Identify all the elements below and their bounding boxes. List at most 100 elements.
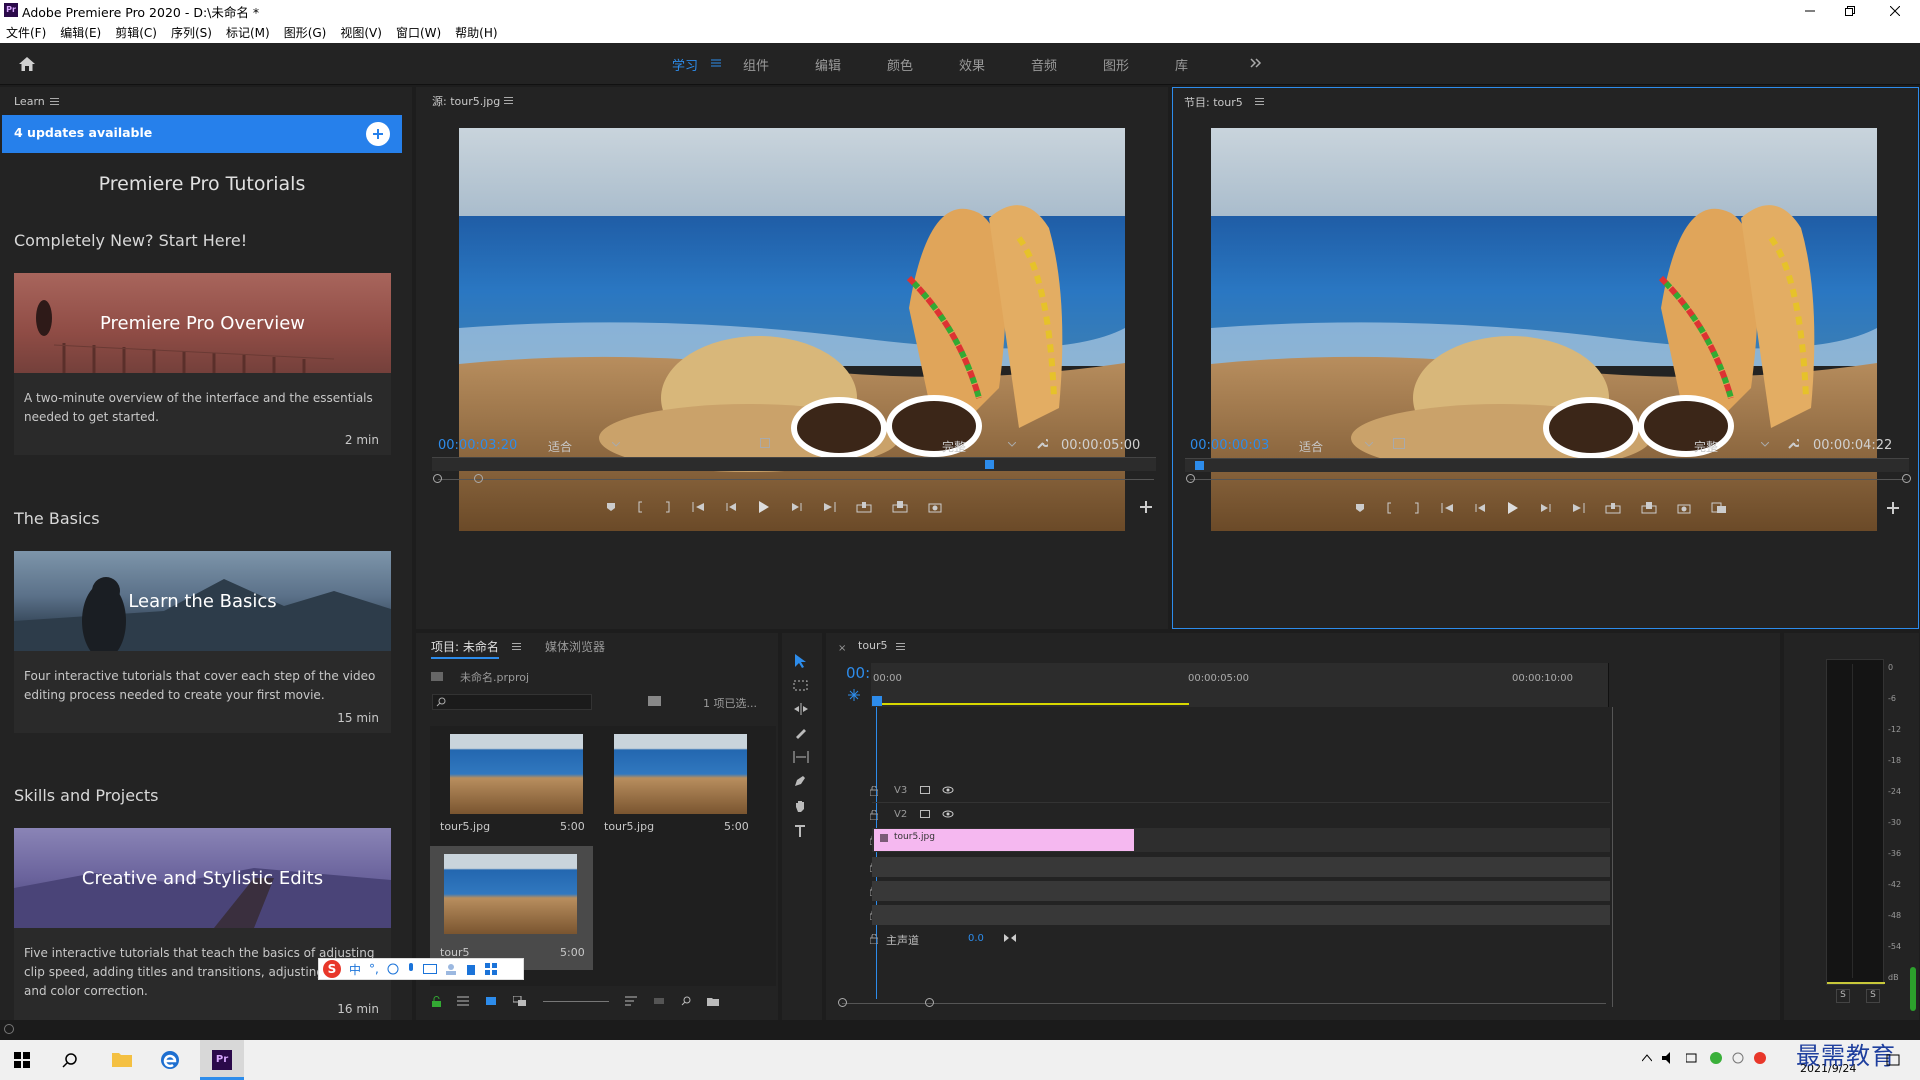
chevron-down-icon[interactable] <box>1008 442 1016 447</box>
lock-icon[interactable] <box>870 810 878 820</box>
notification-icon[interactable] <box>1886 1054 1900 1068</box>
play-icon[interactable] <box>1507 502 1519 514</box>
vertical-scroll-bar[interactable] <box>1612 707 1613 1007</box>
work-area-bar[interactable] <box>875 703 1189 705</box>
menu-window[interactable]: 窗口(W) <box>396 24 441 41</box>
play-icon[interactable] <box>758 501 770 513</box>
source-zoom-bar[interactable] <box>438 479 1154 480</box>
close-tab-icon[interactable]: × <box>838 643 846 654</box>
insert-icon[interactable] <box>856 501 872 513</box>
panel-menu-icon[interactable] <box>504 97 513 104</box>
program-time-ruler[interactable] <box>1185 458 1909 472</box>
source-time-ruler[interactable] <box>432 457 1156 471</box>
panel-menu-icon[interactable] <box>1255 98 1264 105</box>
timeline-tab[interactable]: tour5 <box>858 639 888 652</box>
program-zoom-bar[interactable] <box>1190 479 1906 480</box>
lock-icon[interactable] <box>432 995 441 1007</box>
meter-scrollbar[interactable] <box>1910 967 1916 1011</box>
tutorial-card-creative[interactable]: Creative and Stylistic Edits Five intera… <box>14 828 391 1020</box>
edge-browser-icon[interactable] <box>160 1050 180 1070</box>
timeline-clip[interactable]: tour5.jpg <box>874 829 1134 851</box>
workspace-assembly[interactable]: 组件 <box>743 55 769 74</box>
plus-icon[interactable] <box>1140 501 1152 513</box>
panel-menu-icon[interactable] <box>512 643 521 650</box>
razor-tool-icon[interactable] <box>793 726 809 740</box>
type-tool-icon[interactable] <box>793 824 809 838</box>
automate-icon[interactable] <box>653 996 665 1006</box>
plus-icon[interactable] <box>1887 502 1899 514</box>
project-item[interactable]: tour5.jpg 5:00 <box>430 726 590 842</box>
slip-tool-icon[interactable] <box>793 751 809 763</box>
menu-clip[interactable]: 剪辑(C) <box>115 24 157 41</box>
file-explorer-icon[interactable] <box>112 1051 132 1067</box>
ime-toolbar[interactable]: S 中 °, <box>318 958 524 980</box>
go-to-out-icon[interactable] <box>1571 503 1585 513</box>
new-bin-icon[interactable] <box>648 696 661 706</box>
restore-icon[interactable] <box>1830 0 1870 22</box>
zoom-handle-icon[interactable] <box>925 998 934 1007</box>
go-to-end-icon[interactable] <box>1004 933 1016 943</box>
premiere-taskbar-button[interactable]: Pr <box>200 1040 244 1080</box>
step-back-icon[interactable] <box>1475 503 1487 513</box>
workspace-audio[interactable]: 音频 <box>1031 55 1057 74</box>
windows-start-icon[interactable] <box>14 1052 30 1068</box>
menu-edit[interactable]: 编辑(E) <box>60 24 101 41</box>
source-monitor-title[interactable]: 源: tour5.jpg <box>432 93 500 109</box>
mark-out-icon[interactable] <box>1413 502 1421 514</box>
tab-project[interactable]: 项目: 未命名 <box>431 638 499 659</box>
zoom-handle-icon[interactable] <box>1186 474 1195 483</box>
comparison-view-icon[interactable] <box>1711 502 1727 514</box>
menu-view[interactable]: 视图(V) <box>340 24 382 41</box>
workspace-menu-icon[interactable] <box>710 57 722 69</box>
film-icon[interactable] <box>920 810 930 818</box>
hand-tool-icon[interactable] <box>793 799 809 813</box>
shield-icon[interactable] <box>1710 1052 1722 1064</box>
timeline-playhead-handle[interactable] <box>872 696 882 706</box>
step-forward-icon[interactable] <box>1539 503 1551 513</box>
workspace-libraries[interactable]: 库 <box>1175 55 1188 74</box>
zoom-slider[interactable] <box>543 1000 609 1002</box>
pen-tool-icon[interactable] <box>793 774 809 788</box>
menu-file[interactable]: 文件(F) <box>6 24 46 41</box>
emoji-icon[interactable] <box>387 963 399 975</box>
ime-mode-label[interactable]: 中 <box>349 961 361 978</box>
track-label[interactable]: V2 <box>894 809 907 820</box>
menu-marker[interactable]: 标记(M) <box>226 24 270 41</box>
mark-in-icon[interactable] <box>1385 502 1393 514</box>
settings-icon[interactable] <box>760 438 770 448</box>
program-timecode[interactable]: 00:00:00:03 <box>1190 438 1269 453</box>
eye-icon[interactable] <box>942 810 954 818</box>
search-icon[interactable] <box>681 996 691 1006</box>
punctuation-icon[interactable]: °, <box>369 962 379 976</box>
project-item-selected[interactable]: tour5 5:00 <box>430 846 593 970</box>
mark-out-icon[interactable] <box>664 501 672 513</box>
input-method-icon[interactable] <box>1732 1052 1744 1064</box>
chevron-down-icon[interactable] <box>1761 442 1769 447</box>
search-icon[interactable] <box>62 1052 78 1068</box>
zoom-handle-icon[interactable] <box>838 998 847 1007</box>
track-select-tool-icon[interactable] <box>793 680 809 692</box>
nest-icon[interactable] <box>848 689 861 701</box>
program-quality-dropdown[interactable]: 完整 <box>1694 438 1718 455</box>
master-volume[interactable]: 0.0 <box>968 933 984 944</box>
menu-sequence[interactable]: 序列(S) <box>171 24 212 41</box>
panel-menu-icon[interactable] <box>50 98 59 105</box>
sort-icon[interactable] <box>625 996 637 1006</box>
menu-help[interactable]: 帮助(H) <box>455 24 497 41</box>
step-back-icon[interactable] <box>726 502 738 512</box>
wrench-icon[interactable] <box>1787 437 1799 449</box>
sogou-tray-icon[interactable] <box>1754 1052 1766 1064</box>
mark-in-icon[interactable] <box>636 501 644 513</box>
workspace-color[interactable]: 颜色 <box>887 55 913 74</box>
chevron-down-icon[interactable] <box>1365 442 1373 447</box>
lift-icon[interactable] <box>1605 502 1621 514</box>
tutorial-card-basics[interactable]: Learn the Basics Four interactive tutori… <box>14 551 391 733</box>
lock-icon[interactable] <box>870 786 878 796</box>
panel-menu-icon[interactable] <box>896 643 905 650</box>
solo-left-button[interactable]: S <box>1836 989 1850 1003</box>
lock-icon[interactable] <box>870 934 878 944</box>
more-workspaces-icon[interactable] <box>1248 55 1264 71</box>
time-ruler[interactable]: 00:00 00:00:05:00 00:00:10:00 <box>871 663 1609 707</box>
project-item[interactable]: tour5.jpg 5:00 <box>594 726 754 842</box>
export-frame-icon[interactable] <box>1677 502 1691 514</box>
